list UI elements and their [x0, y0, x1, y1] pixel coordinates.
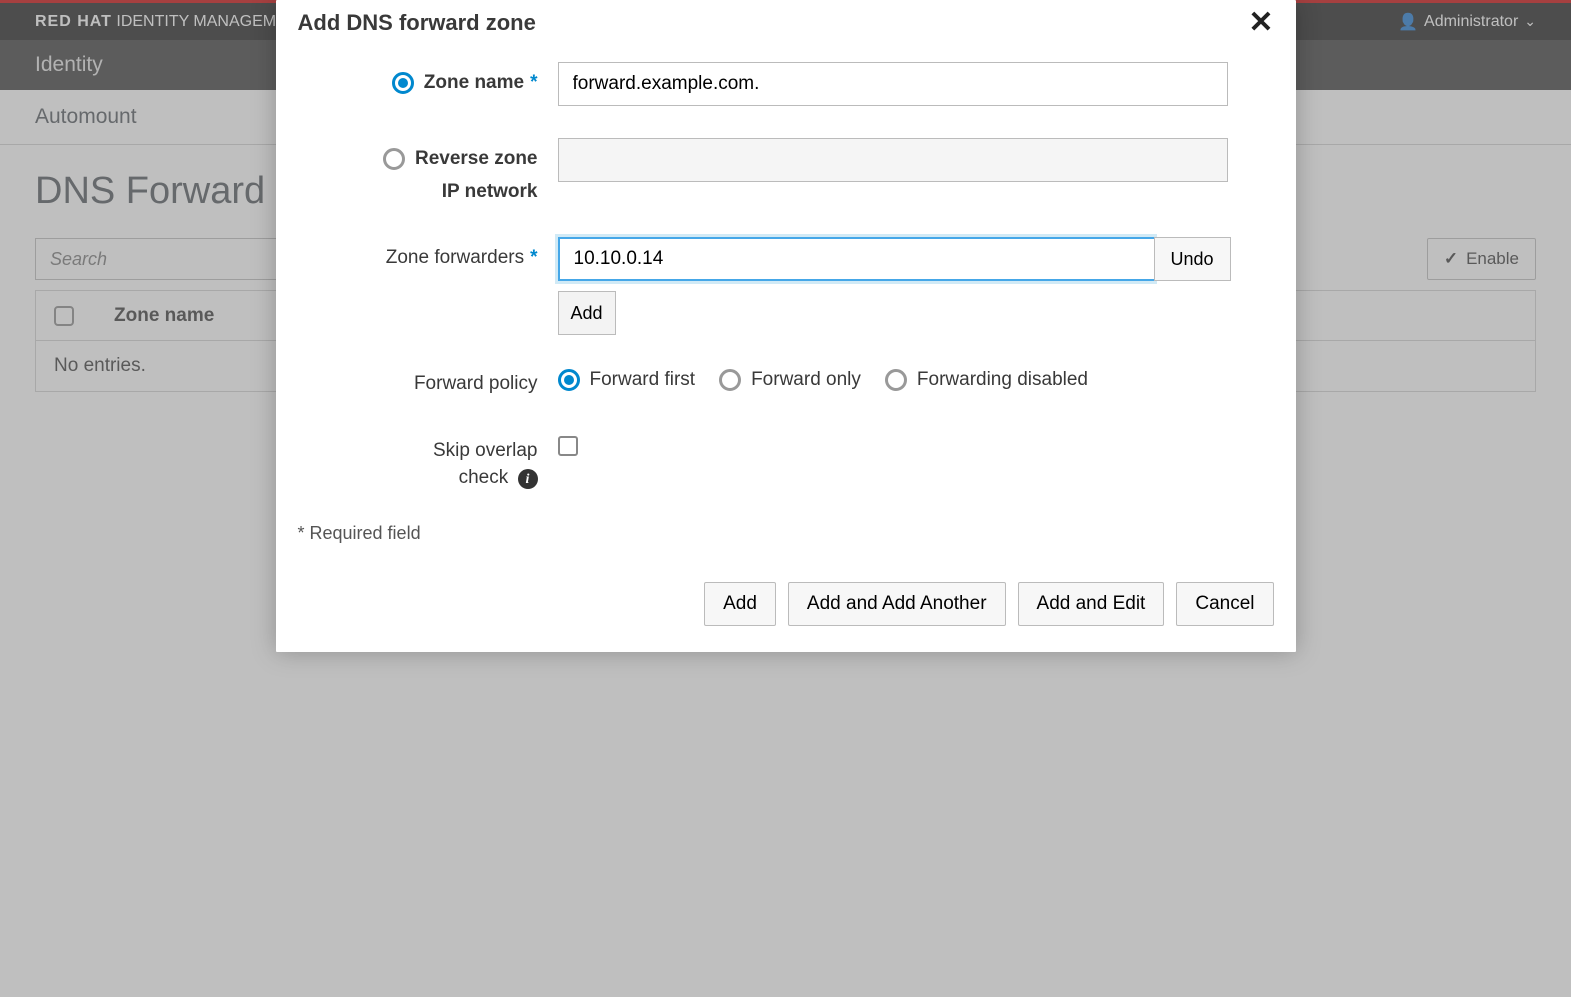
reverse-zone-label-l1: Reverse zone	[415, 146, 538, 173]
add-and-edit-button[interactable]: Add and Edit	[1018, 582, 1165, 626]
policy-only-radio[interactable]	[719, 369, 741, 391]
required-marker: *	[530, 72, 537, 93]
close-icon[interactable]: ✕	[1248, 8, 1273, 38]
zone-name-label: Zone name	[424, 70, 524, 97]
zone-name-input[interactable]	[558, 62, 1228, 106]
required-marker: *	[530, 247, 537, 268]
policy-disabled-label: Forwarding disabled	[917, 369, 1088, 391]
required-note: * Required field	[298, 523, 1274, 544]
add-dns-forward-zone-dialog: Add DNS forward zone ✕ Zone name *	[276, 0, 1296, 652]
add-forwarder-button[interactable]: Add	[558, 291, 616, 335]
dialog-title: Add DNS forward zone	[298, 10, 536, 36]
reverse-zone-label-l2: IP network	[442, 181, 538, 202]
dialog-header: Add DNS forward zone ✕	[276, 0, 1296, 52]
zone-name-radio[interactable]	[392, 72, 414, 94]
info-icon[interactable]: i	[518, 469, 538, 489]
cancel-button[interactable]: Cancel	[1176, 582, 1273, 626]
policy-disabled-radio[interactable]	[885, 369, 907, 391]
dialog-footer: Add Add and Add Another Add and Edit Can…	[276, 564, 1296, 652]
zone-forwarder-input[interactable]	[558, 237, 1154, 281]
policy-first-radio[interactable]	[558, 369, 580, 391]
skip-overlap-checkbox[interactable]	[558, 436, 578, 456]
modal-overlay: Add DNS forward zone ✕ Zone name *	[0, 0, 1571, 997]
policy-first-label: Forward first	[590, 369, 696, 391]
forward-policy-label: Forward policy	[414, 373, 538, 394]
reverse-zone-radio[interactable]	[383, 148, 405, 170]
add-and-add-another-button[interactable]: Add and Add Another	[788, 582, 1006, 626]
reverse-zone-input	[558, 138, 1228, 182]
policy-only-label: Forward only	[751, 369, 861, 391]
undo-button[interactable]: Undo	[1154, 237, 1231, 281]
skip-overlap-label-l2: check	[459, 467, 509, 488]
zone-forwarders-label: Zone forwarders	[386, 247, 524, 268]
add-button[interactable]: Add	[704, 582, 776, 626]
dialog-body: Zone name * Reverse zone IP network	[276, 52, 1296, 564]
skip-overlap-label-l1: Skip overlap	[433, 440, 538, 461]
